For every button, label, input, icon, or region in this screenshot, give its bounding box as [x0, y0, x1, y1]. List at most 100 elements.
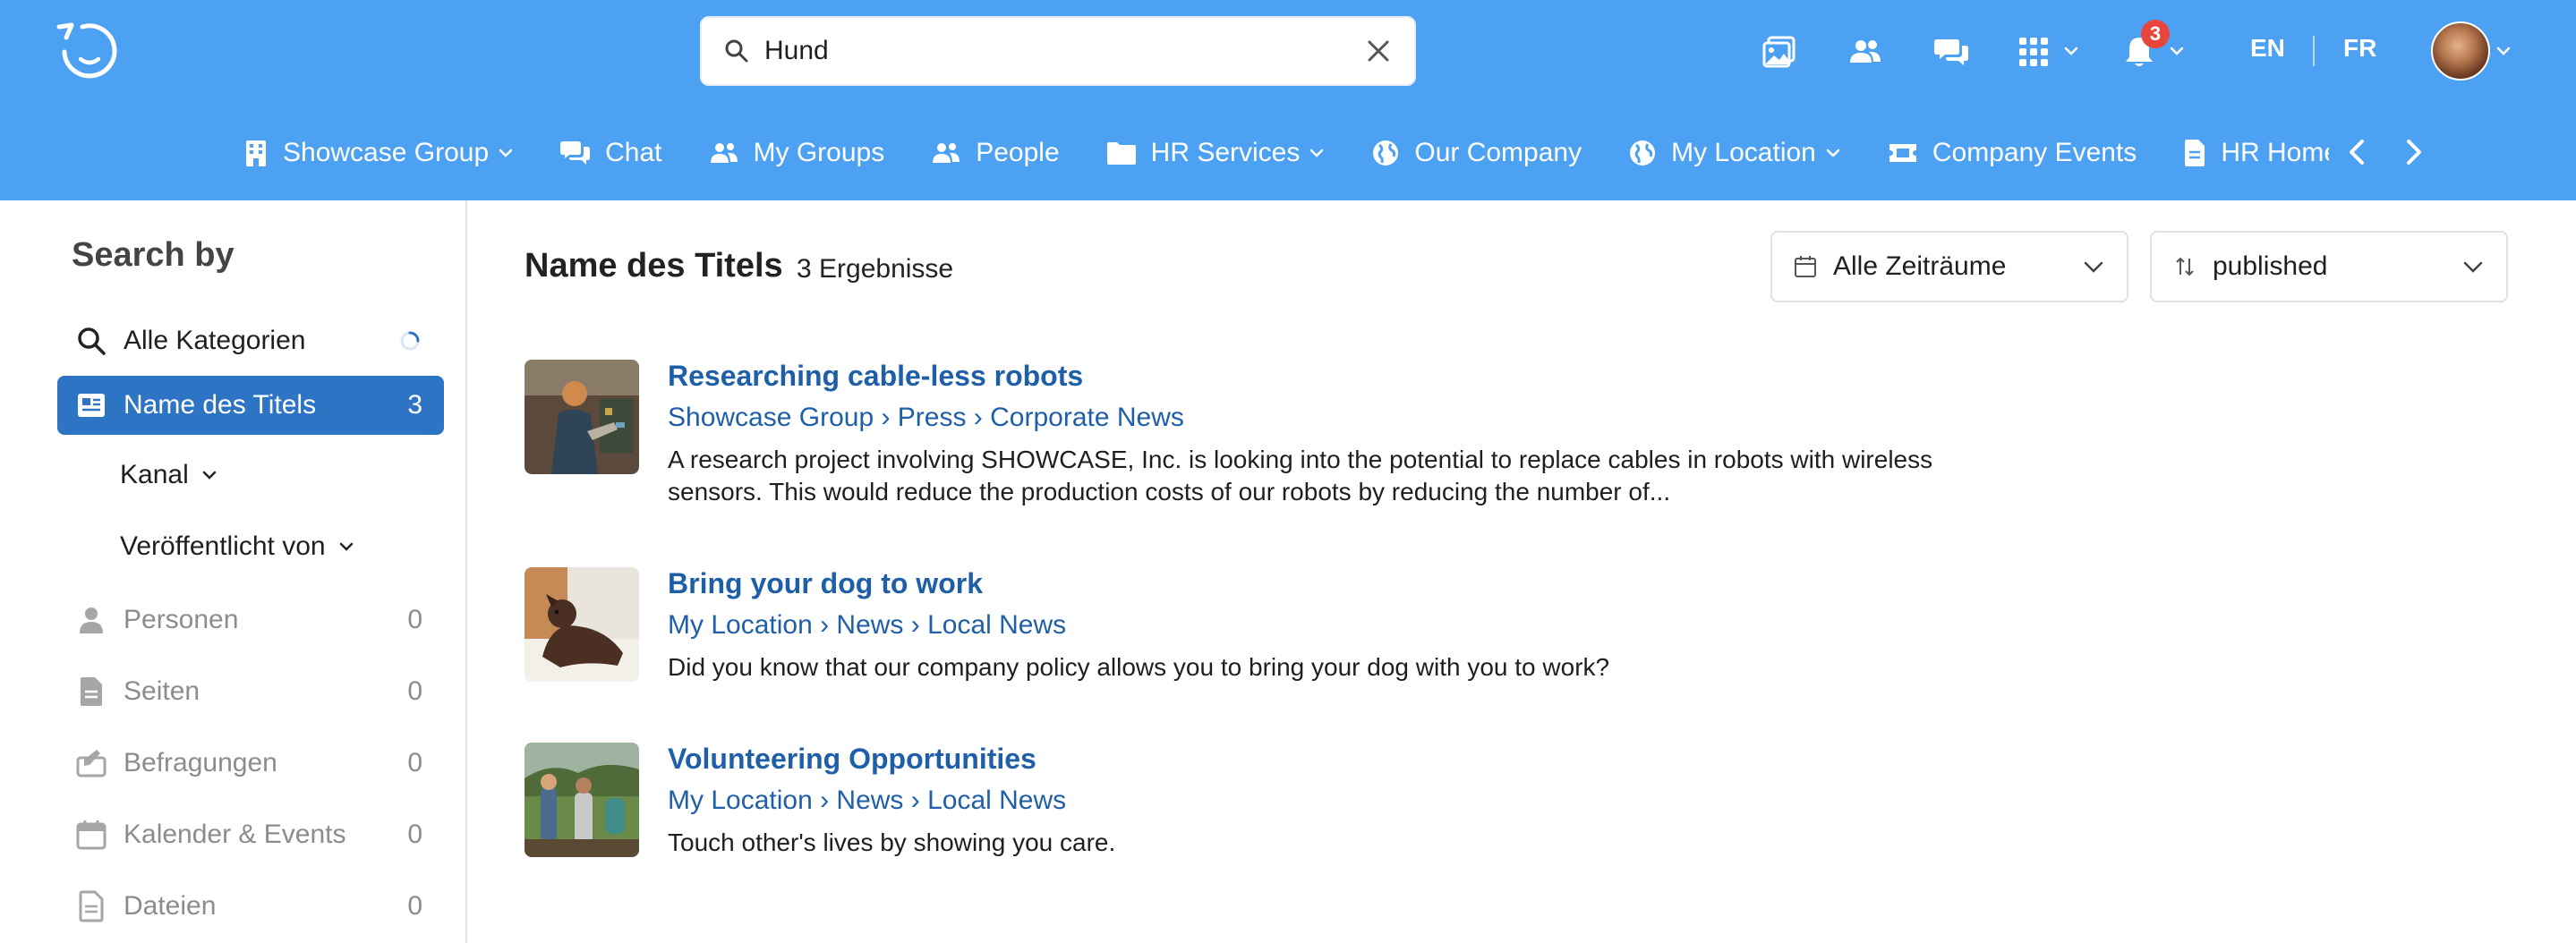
clear-search-icon[interactable] [1364, 37, 1393, 65]
sidebar-item-label: Befragungen [124, 748, 277, 777]
chevron-down-icon[interactable] [2495, 43, 2512, 59]
language-en[interactable]: EN [2250, 34, 2285, 63]
sidebar-filter-kanal[interactable]: Kanal [120, 460, 218, 490]
sidebar-item-label: Alle Kategorien [124, 326, 306, 355]
chevron-down-icon[interactable] [2063, 43, 2079, 59]
sidebar-item-label: Name des Titels [124, 390, 317, 420]
nav-item-hr-services[interactable]: HR Services [1106, 138, 1326, 168]
search-result: Volunteering Opportunities My Location ›… [525, 743, 1957, 868]
document-icon [2185, 140, 2205, 166]
sidebar-item-count: 3 [407, 390, 422, 420]
folder-icon [1106, 142, 1136, 165]
nav-item-chat[interactable]: Chat [560, 138, 662, 168]
sidebar-item-persons[interactable]: Personen 0 [57, 590, 444, 650]
chevron-down-icon [1826, 149, 1840, 157]
search-sidebar: Search by Alle Kategorien Name des Titel… [0, 200, 467, 943]
sidebar-filter-label: Veröffentlicht von [120, 531, 326, 561]
people-icon [933, 143, 960, 163]
nav-label: Company Events [1932, 138, 2137, 167]
sidebar-item-all-categories[interactable]: Alle Kategorien [57, 311, 444, 370]
sidebar-item-label: Kalender & Events [124, 820, 346, 849]
sidebar-item-count: 0 [407, 891, 422, 921]
chevron-down-icon [2463, 261, 2483, 273]
result-thumbnail[interactable] [525, 567, 639, 682]
chevron-down-icon [202, 471, 216, 480]
result-description: Touch other's lives by showing you care. [668, 828, 1116, 856]
search-result: Bring your dog to work My Location › New… [525, 567, 1957, 692]
chat-icon [560, 141, 591, 165]
result-description: Did you know that our company policy all… [668, 653, 1610, 681]
page-icon [81, 677, 102, 706]
nav-label: Our Company [1414, 138, 1582, 167]
groups-icon [710, 143, 738, 163]
result-breadcrumb[interactable]: Showcase Group › Press › Corporate News [668, 403, 1184, 433]
sort-select[interactable]: published [2150, 231, 2508, 302]
nav-item-people[interactable]: People [931, 138, 1060, 168]
nav-item-hr-homepage[interactable]: HR Homepa [2183, 138, 2329, 168]
sidebar-item-title-name[interactable]: Name des Titels 3 [57, 376, 444, 435]
contacts-icon[interactable] [1847, 34, 1883, 70]
nav-label: HR Services [1150, 138, 1301, 167]
image-gallery-icon[interactable] [1761, 34, 1797, 70]
time-range-value: Alle Zeiträume [1833, 251, 2007, 281]
chevron-down-icon [339, 542, 353, 551]
time-range-select[interactable]: Alle Zeiträume [1770, 231, 2128, 302]
nav-label: My Groups [753, 138, 885, 167]
nav-item-our-company[interactable]: Our Company [1371, 138, 1582, 168]
sidebar-item-pages[interactable]: Seiten 0 [57, 662, 444, 721]
result-breadcrumb[interactable]: My Location › News › Local News [668, 610, 1066, 641]
result-thumbnail[interactable] [525, 743, 639, 857]
results-count: 3 Ergebnisse [797, 254, 954, 284]
sort-icon [2176, 257, 2194, 276]
nav-label: People [976, 138, 1060, 167]
result-title-link[interactable]: Bring your dog to work [668, 567, 983, 600]
globe-icon [1630, 140, 1656, 166]
nav-scroll-right-icon[interactable] [2395, 134, 2431, 170]
nav-label: Chat [605, 138, 662, 167]
page-title: Name des Titels [525, 247, 783, 285]
search-icon [725, 39, 748, 63]
sidebar-item-label: Seiten [124, 676, 200, 706]
language-fr[interactable]: FR [2343, 34, 2376, 63]
survey-icon [76, 750, 107, 777]
result-breadcrumb[interactable]: My Location › News › Local News [668, 786, 1066, 816]
result-title-link[interactable]: Volunteering Opportunities [668, 743, 1036, 776]
sidebar-filter-published-by[interactable]: Veröffentlicht von [120, 531, 354, 562]
search-result: Researching cable-less robots Showcase G… [525, 360, 1957, 521]
sidebar-item-calendar-events[interactable]: Kalender & Events 0 [57, 805, 444, 864]
sidebar-filter-label: Kanal [120, 460, 189, 489]
search-bar[interactable] [700, 16, 1416, 86]
messages-icon[interactable] [1933, 34, 1969, 70]
chevron-down-icon [2084, 261, 2103, 273]
sidebar-item-count: 0 [407, 820, 422, 849]
app-logo-icon[interactable] [55, 20, 124, 82]
nav-item-company-events[interactable]: Company Events [1888, 138, 2137, 168]
sidebar-item-label: Dateien [124, 891, 217, 921]
apps-grid-icon[interactable] [2016, 34, 2051, 70]
nav-item-showcase-group[interactable]: Showcase Group [243, 138, 514, 168]
result-thumbnail[interactable] [525, 360, 639, 474]
nav-scroll-left-icon[interactable] [2340, 134, 2376, 170]
nav-item-my-groups[interactable]: My Groups [709, 138, 885, 168]
result-title-link[interactable]: Researching cable-less robots [668, 360, 1083, 393]
nav-label: HR Homepa [2221, 138, 2329, 167]
newspaper-icon [78, 394, 105, 417]
building-icon [246, 140, 266, 166]
globe-icon [1373, 140, 1399, 166]
chevron-down-icon [499, 149, 513, 157]
sort-value: published [2213, 251, 2328, 281]
search-icon [78, 327, 106, 355]
language-separator [2313, 36, 2315, 66]
sidebar-item-files[interactable]: Dateien 0 [57, 877, 444, 936]
sidebar-item-surveys[interactable]: Befragungen 0 [57, 734, 444, 793]
sidebar-item-count: 0 [407, 748, 422, 777]
notification-badge: 3 [2141, 20, 2170, 48]
sidebar-item-label: Personen [124, 605, 239, 634]
nav-item-my-location[interactable]: My Location [1628, 138, 1841, 168]
calendar-icon [1795, 256, 1816, 277]
avatar[interactable] [2431, 21, 2490, 81]
top-header: 3 EN FR Showcase Group Chat [0, 0, 2576, 200]
search-input[interactable] [764, 36, 1364, 66]
chevron-down-icon[interactable] [2169, 43, 2185, 59]
nav-label: Showcase Group [283, 138, 490, 167]
